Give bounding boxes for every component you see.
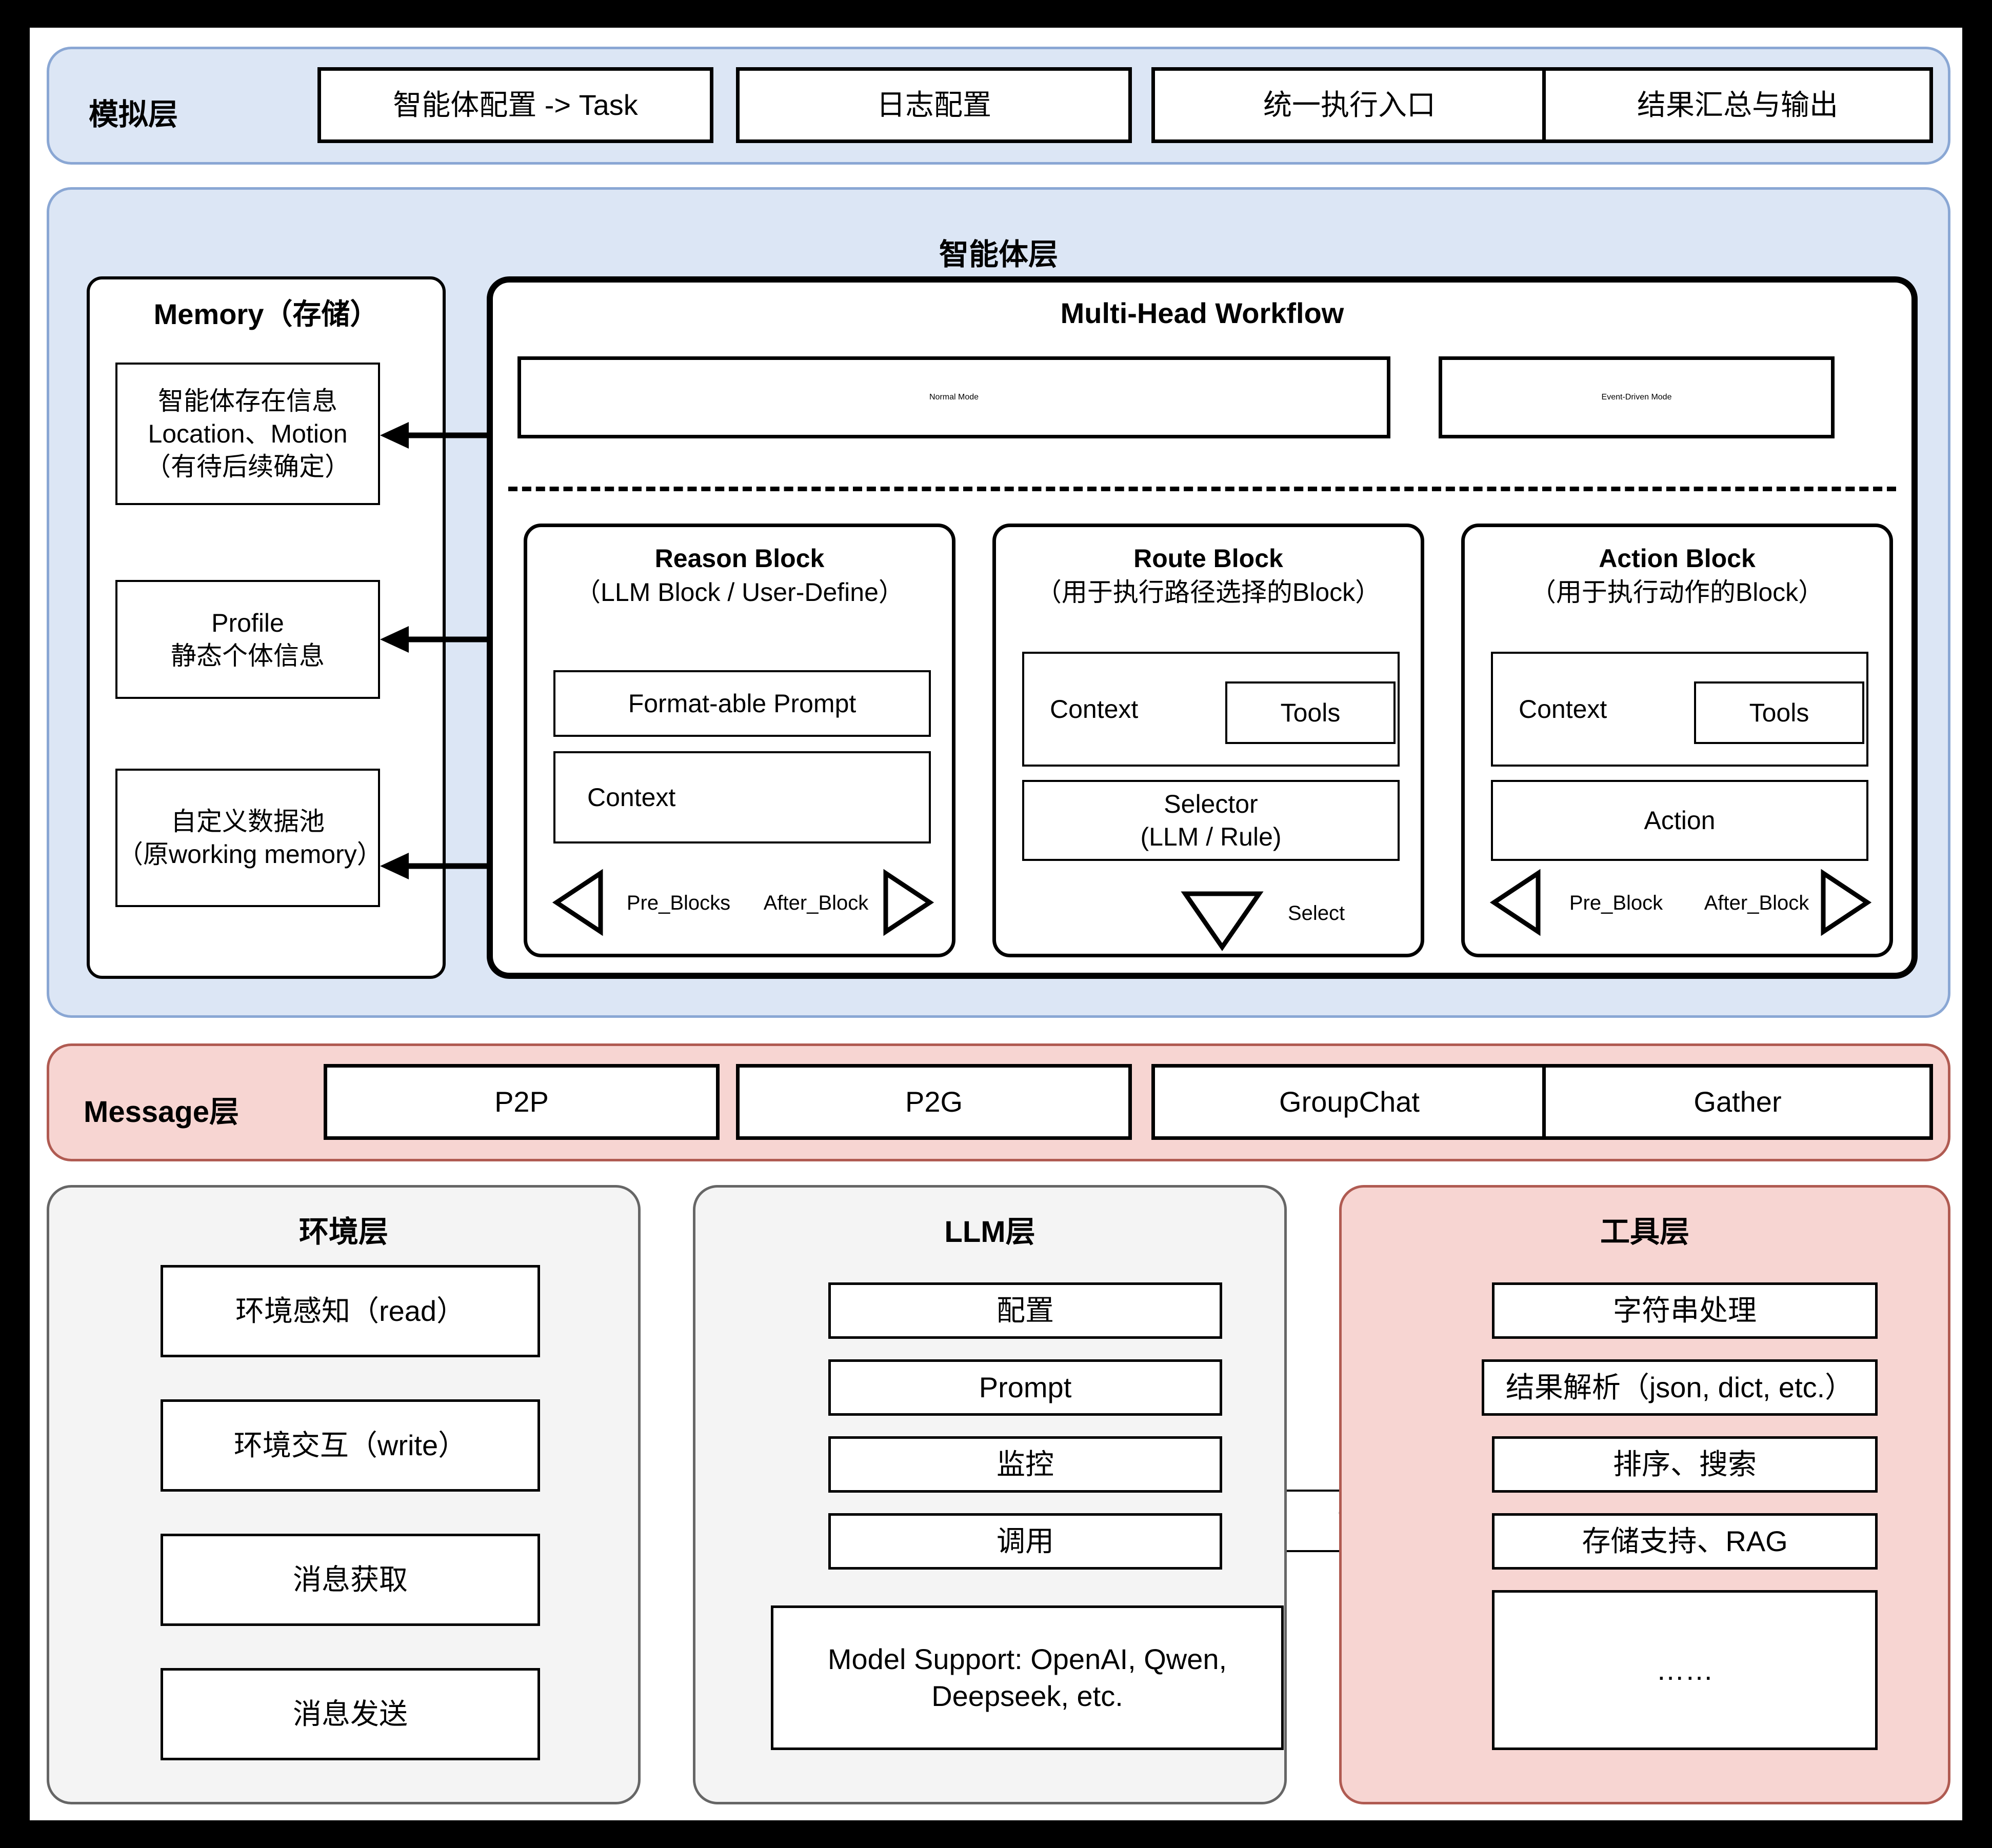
route-tools-box[interactable]: Tools	[1225, 681, 1396, 744]
action-tools-box[interactable]: Tools	[1694, 681, 1864, 744]
route-context-label: Context	[1050, 695, 1139, 724]
memory-item-2-line-1: （原working memory）	[117, 840, 383, 869]
memory-item-2[interactable]: 自定义数据池 （原working memory）	[115, 769, 383, 907]
sim-item-0[interactable]: 智能体配置 -> Task	[317, 67, 713, 143]
tools-layer-title: 工具层	[1600, 1215, 1689, 1249]
reason-footer-after-label: After_Block	[763, 892, 869, 914]
memory-item-1[interactable]: Profile 静态个体信息	[115, 580, 380, 699]
sim-item-3[interactable]: 结果汇总与输出	[1542, 67, 1933, 143]
llm-item-3[interactable]: 调用	[828, 1513, 1222, 1570]
reason-block-title: Reason Block	[654, 544, 825, 573]
action-footer-after-label: After_Block	[1704, 892, 1809, 914]
tools-item-3[interactable]: 存储支持、RAG	[1492, 1513, 1878, 1570]
action-footer-pre-label: Pre_Block	[1569, 892, 1663, 914]
tools-item-2[interactable]: 排序、搜索	[1492, 1436, 1878, 1493]
tools-item-0[interactable]: 字符串处理	[1492, 1282, 1878, 1339]
message-item-0[interactable]: P2P	[324, 1064, 720, 1140]
environment-layer-title: 环境层	[298, 1215, 388, 1249]
route-footer-select-label: Select	[1288, 902, 1345, 925]
workflow-title: Multi-Head Workflow	[1060, 297, 1344, 329]
llm-model-support-line-0: Model Support: OpenAI, Qwen,	[827, 1643, 1227, 1676]
llm-model-support-line-1: Deepseek, etc.	[931, 1680, 1123, 1712]
environment-item-3[interactable]: 消息发送	[161, 1668, 540, 1760]
route-block-subtitle: （用于执行路径选择的Block）	[1035, 578, 1381, 607]
agent-layer-title: 智能体层	[939, 238, 1058, 271]
memory-item-0-line-2: （有待后续确定）	[145, 452, 350, 481]
route-selector-box[interactable]: Selector (LLM / Rule)	[1022, 780, 1400, 861]
memory-title: Memory（存储）	[153, 298, 379, 330]
llm-model-support-box[interactable]: Model Support: OpenAI, Qwen, Deepseek, e…	[771, 1605, 1284, 1750]
memory-item-1-line-0: Profile	[211, 609, 284, 637]
reason-format-prompt-row[interactable]: Format-able Prompt	[553, 670, 931, 737]
memory-item-1-line-1: 静态个体信息	[171, 641, 325, 670]
workflow-divider	[508, 487, 1896, 491]
message-item-2[interactable]: GroupChat	[1151, 1064, 1547, 1140]
memory-item-2-line-0: 自定义数据池	[171, 807, 325, 836]
environment-item-1[interactable]: 环境交互（write）	[161, 1399, 540, 1492]
environment-item-0[interactable]: 环境感知（read）	[161, 1265, 540, 1357]
route-selector-line-0: Selector	[1164, 790, 1258, 818]
tools-item-1[interactable]: 结果解析（json, dict, etc.）	[1482, 1359, 1878, 1416]
route-block-title: Route Block	[1133, 544, 1283, 573]
llm-item-1[interactable]: Prompt	[828, 1359, 1222, 1416]
llm-item-2[interactable]: 监控	[828, 1436, 1222, 1493]
workflow-mode-normal[interactable]: Normal Mode	[517, 356, 1390, 438]
sim-item-1[interactable]: 日志配置	[736, 67, 1132, 143]
message-item-1[interactable]: P2G	[736, 1064, 1132, 1140]
memory-item-0-line-0: 智能体存在信息	[158, 387, 337, 415]
message-layer-label: Message层	[84, 1095, 240, 1129]
reason-context-row[interactable]: Context Tools	[553, 751, 1453, 1552]
llm-item-0[interactable]: 配置	[828, 1282, 1222, 1339]
action-action-box[interactable]: Action	[1491, 780, 1868, 861]
tools-item-more[interactable]: ……	[1492, 1590, 1878, 1750]
action-context-label: Context	[1519, 695, 1607, 724]
diagram-canvas: 模拟层 智能体配置 -> Task 日志配置 统一执行入口 结果汇总与输出 智能…	[32, 30, 1965, 1823]
memory-item-0-line-1: Location、Motion	[148, 419, 348, 448]
workflow-mode-event-driven[interactable]: Event-Driven Mode	[1439, 356, 1835, 438]
sim-item-2[interactable]: 统一执行入口	[1151, 67, 1547, 143]
reason-block-subtitle: （LLM Block / User-Define）	[575, 578, 904, 607]
screenshot-frame: 模拟层 智能体配置 -> Task 日志配置 统一执行入口 结果汇总与输出 智能…	[0, 0, 1992, 1848]
action-block-subtitle: （用于执行动作的Block）	[1530, 578, 1824, 607]
environment-item-2[interactable]: 消息获取	[161, 1534, 540, 1626]
llm-layer-title: LLM层	[944, 1215, 1035, 1249]
reason-context-label: Context	[587, 783, 676, 812]
reason-footer-pre-label: Pre_Blocks	[626, 892, 731, 914]
memory-item-0[interactable]: 智能体存在信息 Location、Motion （有待后续确定）	[115, 363, 380, 505]
action-block-title: Action Block	[1599, 544, 1756, 573]
route-block-select-arrow	[1181, 891, 1264, 951]
message-item-3[interactable]: Gather	[1542, 1064, 1933, 1140]
selection-marquee: 模拟层 智能体配置 -> Task 日志配置 统一执行入口 结果汇总与输出 智能…	[30, 28, 1962, 1820]
simulation-layer-label: 模拟层	[89, 98, 178, 131]
route-selector-line-1: (LLM / Rule)	[1140, 822, 1282, 851]
